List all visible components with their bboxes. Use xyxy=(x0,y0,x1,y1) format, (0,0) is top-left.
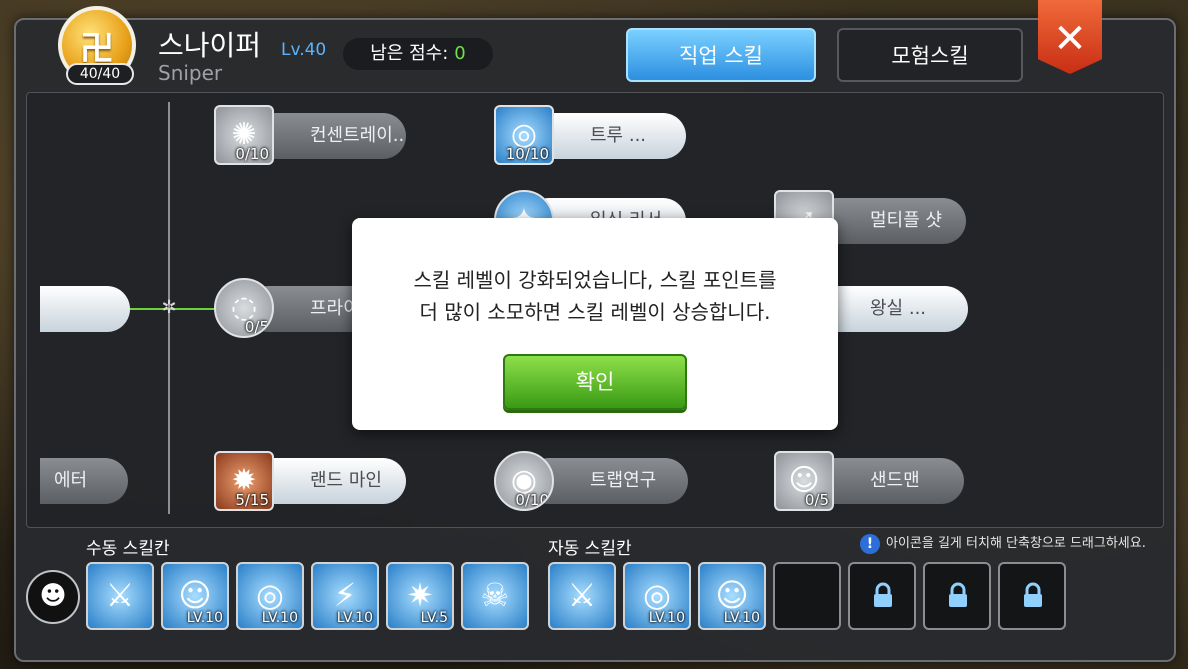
skill-upgrade-dialog: 스킬 레벨이 강화되었습니다, 스킬 포인트를 더 많이 소모하면 스킬 레벨이… xyxy=(352,218,838,430)
auto-slot-1[interactable]: ⚔ xyxy=(548,562,616,630)
slot-level: LV.10 xyxy=(336,610,373,626)
auto-slot-5-locked[interactable] xyxy=(848,562,916,630)
drag-hint: ! 아이콘을 길게 터치해 단축창으로 드래그하세요. xyxy=(860,532,1146,556)
skill-glyph: ✷ xyxy=(406,576,434,614)
skill-glyph: ⚡ xyxy=(333,576,357,614)
dialog-message-line2: 더 많이 소모하면 스킬 레벨이 상승합니다. xyxy=(419,300,771,324)
land-mine-skill-icon[interactable]: ✹ 5/15 xyxy=(214,451,274,511)
auto-slot-6-locked[interactable] xyxy=(923,562,991,630)
skill-level: 5/15 xyxy=(235,491,269,509)
drag-hint-text: 아이콘을 길게 터치해 단축창으로 드래그하세요. xyxy=(886,536,1146,551)
dialog-message-line1: 스킬 레벨이 강화되었습니다, 스킬 포인트를 xyxy=(413,268,777,292)
skill-level: 0/5 xyxy=(244,318,269,336)
remaining-points: 남은 점수: 0 xyxy=(343,38,493,70)
skill-level: 0/10 xyxy=(235,145,269,163)
auto-slot-7-locked[interactable] xyxy=(998,562,1066,630)
class-level: Lv.40 xyxy=(281,40,327,60)
tree-axis-node-icon: ✲ xyxy=(161,297,177,318)
auto-slot-2[interactable]: ◎ LV.10 xyxy=(623,562,691,630)
true-skill-icon[interactable]: ◎ 10/10 xyxy=(494,105,554,165)
tab-job-skill[interactable]: 직업 스킬 xyxy=(626,28,816,82)
skill-pill-left-partial[interactable] xyxy=(40,286,130,332)
sandman-skill-icon[interactable]: ☺ 0/5 xyxy=(774,451,834,511)
auto-slot-label: 자동 스킬칸 xyxy=(548,539,632,559)
skill-level: 10/10 xyxy=(505,145,549,163)
slot-level: LV.5 xyxy=(420,610,448,626)
skill-label: 에터 xyxy=(54,470,88,491)
skill-glyph: ⚔ xyxy=(567,576,597,614)
class-name-en: Sniper xyxy=(158,61,223,85)
tab-adventure-skill[interactable]: 모험스킬 xyxy=(837,28,1023,82)
manual-slot-5[interactable]: ✷ LV.5 xyxy=(386,562,454,630)
manual-slot-2[interactable]: ☺ LV.10 xyxy=(161,562,229,630)
lock-icon xyxy=(874,582,892,607)
concentration-skill-icon[interactable]: ✺ 0/10 xyxy=(214,105,274,165)
confirm-button[interactable]: 확인 xyxy=(503,354,687,410)
manual-slot-3[interactable]: ◎ LV.10 xyxy=(236,562,304,630)
skill-pill-left-partial-2[interactable]: 에터 xyxy=(40,458,128,504)
manual-slot-4[interactable]: ⚡ LV.10 xyxy=(311,562,379,630)
skill-label: 랜드 마인 xyxy=(310,470,382,491)
slot-level: LV.10 xyxy=(186,610,223,626)
auto-slot-4-empty[interactable] xyxy=(773,562,841,630)
skill-label: 왕실 ... xyxy=(870,298,927,319)
lock-icon xyxy=(949,582,967,607)
skill-glyph: ☺ xyxy=(715,576,749,614)
skill-label: 컨센트레이... xyxy=(310,125,406,146)
lock-icon xyxy=(1024,582,1042,607)
skill-glyph: ⚔ xyxy=(105,576,135,614)
emote-icon: ☻ xyxy=(39,581,67,611)
auto-slot-3[interactable]: ☺ LV.10 xyxy=(698,562,766,630)
skill-glyph: ◎ xyxy=(643,576,671,614)
skill-glyph: ◎ xyxy=(256,576,284,614)
skill-label: 트랩연구 xyxy=(590,470,657,491)
dialog-message: 스킬 레벨이 강화되었습니다, 스킬 포인트를 더 많이 소모하면 스킬 레벨이… xyxy=(352,264,838,328)
points-label: 남은 점수: xyxy=(370,43,449,64)
manual-slot-6[interactable]: ☠ xyxy=(461,562,529,630)
close-button[interactable]: ✕ xyxy=(1038,0,1102,74)
skill-level: 0/5 xyxy=(804,491,829,509)
manual-slot-1[interactable]: ⚔ xyxy=(86,562,154,630)
freiton-skill-icon[interactable]: ◌ 0/5 xyxy=(214,278,274,338)
trap-research-skill-icon[interactable]: ◉ 0/10 xyxy=(494,451,554,511)
skill-label: 멀티플 샷 xyxy=(870,210,942,231)
points-value: 0 xyxy=(454,43,466,64)
job-level-count: 40/40 xyxy=(66,63,134,85)
skill-label: 샌드맨 xyxy=(870,470,920,491)
skill-glyph: ☠ xyxy=(480,576,510,614)
emote-button[interactable]: ☻ xyxy=(26,570,80,624)
manual-slot-label: 수동 스킬칸 xyxy=(86,539,170,559)
slot-level: LV.10 xyxy=(723,610,760,626)
skill-level: 0/10 xyxy=(515,491,549,509)
class-name: 스나이퍼 xyxy=(158,29,262,62)
close-icon: ✕ xyxy=(1053,16,1087,62)
slot-level: LV.10 xyxy=(261,610,298,626)
info-icon: ! xyxy=(860,533,880,554)
skill-glyph: ☺ xyxy=(178,576,212,614)
slot-level: LV.10 xyxy=(648,610,685,626)
skill-label: 트루 ... xyxy=(590,125,647,146)
